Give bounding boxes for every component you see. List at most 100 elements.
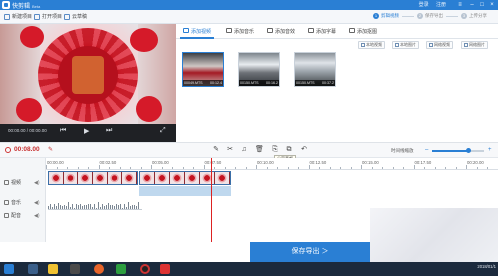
media-thumbnail[interactable]: 00150.MTS 00:16.2 [238, 52, 280, 87]
cut-icon[interactable]: ✂ [226, 146, 234, 154]
waveform-bar [104, 206, 105, 209]
copy-icon[interactable]: ⧉ [285, 146, 293, 154]
ruler-tick [277, 167, 278, 169]
taskbar-app-icon[interactable] [28, 264, 38, 274]
waveform-bar [72, 204, 73, 209]
app-logo [2, 1, 10, 9]
player-app-icon[interactable] [116, 264, 126, 274]
ruler-tick [235, 167, 236, 169]
beta-badge: Beta [32, 4, 41, 9]
speaker-icon[interactable]: ◀) [34, 200, 40, 206]
waveform-bar [78, 204, 79, 209]
menu-bar: 新建项目 打开项目 云草稿 1 剪辑视频 2 保存导出 3 上传分享 [0, 10, 498, 24]
timeline-ruler[interactable]: 00:00.00 00:02.50 00:05.00 00:07.50 00:10.00… [46, 158, 498, 170]
ruler-tick [119, 167, 121, 169]
start-icon[interactable] [4, 264, 14, 274]
tab-add-cutout[interactable]: 添加抠图 [346, 24, 380, 39]
folder-app-icon[interactable] [48, 264, 58, 274]
preview-frame [0, 24, 176, 124]
media-thumbnail[interactable]: 00150.MTS 00:37.2 [294, 52, 336, 87]
ruler-tick [182, 167, 184, 169]
ruler-tick [56, 167, 58, 169]
local-image-button[interactable]: 本地图片 [392, 41, 419, 49]
close-icon[interactable]: × [488, 1, 496, 9]
login-link[interactable]: 登录 [419, 2, 429, 8]
waveform-bar [108, 203, 109, 209]
ruler-tick [434, 167, 436, 169]
ruler-tick [172, 167, 173, 169]
online-image-icon [464, 43, 468, 47]
voice-waveform[interactable] [48, 202, 142, 210]
detach-audio-icon[interactable]: ⎘ [271, 146, 279, 154]
bell-icon[interactable]: ♫ [240, 146, 248, 154]
zoom-slider-knob[interactable] [465, 148, 471, 153]
waveform-bar [62, 205, 63, 209]
new-project-button[interactable]: 新建项目 [4, 13, 32, 20]
ruler-tick [413, 165, 415, 169]
tab-add-music[interactable]: 添加音乐 [223, 24, 257, 39]
speaker-icon[interactable]: ◀) [34, 213, 40, 219]
ruler-tick [214, 167, 215, 169]
step-2-label: 保存导出 [425, 13, 443, 18]
folder-icon [34, 13, 40, 20]
current-time: 00:08.00 [14, 146, 40, 153]
menu-icon[interactable]: ≡ [456, 1, 464, 9]
ruler-tick [329, 167, 331, 169]
register-link[interactable]: 注册 [436, 2, 446, 8]
waveform-bar [124, 204, 125, 209]
tab-add-subtitle[interactable]: 添加字幕 [305, 24, 339, 39]
edit-time-icon[interactable]: ✎ [48, 146, 53, 153]
pencil-icon[interactable]: ✎ [212, 146, 220, 154]
zoom-slider[interactable] [432, 148, 484, 153]
save-export-button[interactable]: 保存导出 ＞ [250, 242, 370, 262]
maximize-icon[interactable]: □ [478, 1, 486, 9]
speaker-icon[interactable]: ◀) [34, 180, 40, 186]
ruler-tick [308, 165, 310, 169]
zoom-in-icon[interactable]: + [488, 147, 492, 153]
waveform-bar [136, 205, 137, 209]
open-project-button[interactable]: 打开项目 [34, 13, 62, 20]
waveform-bar [138, 202, 139, 209]
previous-icon[interactable]: ⏮ [60, 127, 66, 135]
play-icon[interactable]: ▶ [84, 127, 89, 135]
mic-icon [4, 213, 9, 218]
taskbar-app-icon[interactable] [160, 264, 170, 274]
fullscreen-icon[interactable]: ⤢ [160, 127, 166, 135]
delete-icon[interactable]: 🗑 [255, 146, 264, 154]
undo-icon[interactable]: ↶ [300, 146, 308, 154]
video-clip[interactable] [48, 171, 138, 185]
media-thumbnail[interactable]: 00049.MTS 00:12.4 [182, 52, 224, 87]
ruler-label: 00:05.00 [152, 160, 169, 165]
cloud-draft-button[interactable]: 云草稿 [64, 13, 87, 20]
ruler-label: 00:02.50 [99, 160, 117, 165]
ruler-tick [266, 167, 268, 169]
next-icon[interactable]: ⏭ [106, 127, 112, 135]
taskbar-app-icon[interactable] [70, 264, 80, 274]
ruler-label: 00:17.50 [414, 160, 432, 165]
ruler-tick [88, 167, 89, 169]
waveform-bar [106, 204, 107, 209]
waveform-bar [130, 205, 131, 209]
zoom-out-icon[interactable]: – [425, 147, 428, 153]
video-clip[interactable] [139, 171, 231, 185]
ruler-tick [371, 167, 373, 169]
waveform-bar [68, 202, 69, 209]
tab-add-sound-effect[interactable]: 添加音效 [264, 24, 298, 39]
audio-selection[interactable] [139, 186, 231, 196]
record-app-icon[interactable] [140, 264, 150, 274]
ruler-tick [245, 167, 247, 169]
new-file-icon [4, 13, 10, 20]
tab-add-video[interactable]: 添加视频 [180, 24, 215, 39]
ruler-tick [382, 167, 383, 169]
local-video-button[interactable]: 本地视频 [358, 41, 385, 49]
online-video-button[interactable]: 网络视频 [426, 41, 453, 49]
media-toolbar: 本地视频 本地图片 网络视频 网络图片 [176, 39, 498, 51]
firefox-icon[interactable] [94, 264, 104, 274]
minimize-icon[interactable]: – [468, 1, 476, 9]
ruler-tick [403, 167, 404, 169]
cloud-icon [64, 13, 70, 20]
waveform-bar [50, 204, 51, 209]
playhead[interactable] [211, 158, 212, 242]
ruler-label: 00:20.00 [467, 160, 484, 165]
online-image-button[interactable]: 网络图片 [461, 41, 488, 49]
